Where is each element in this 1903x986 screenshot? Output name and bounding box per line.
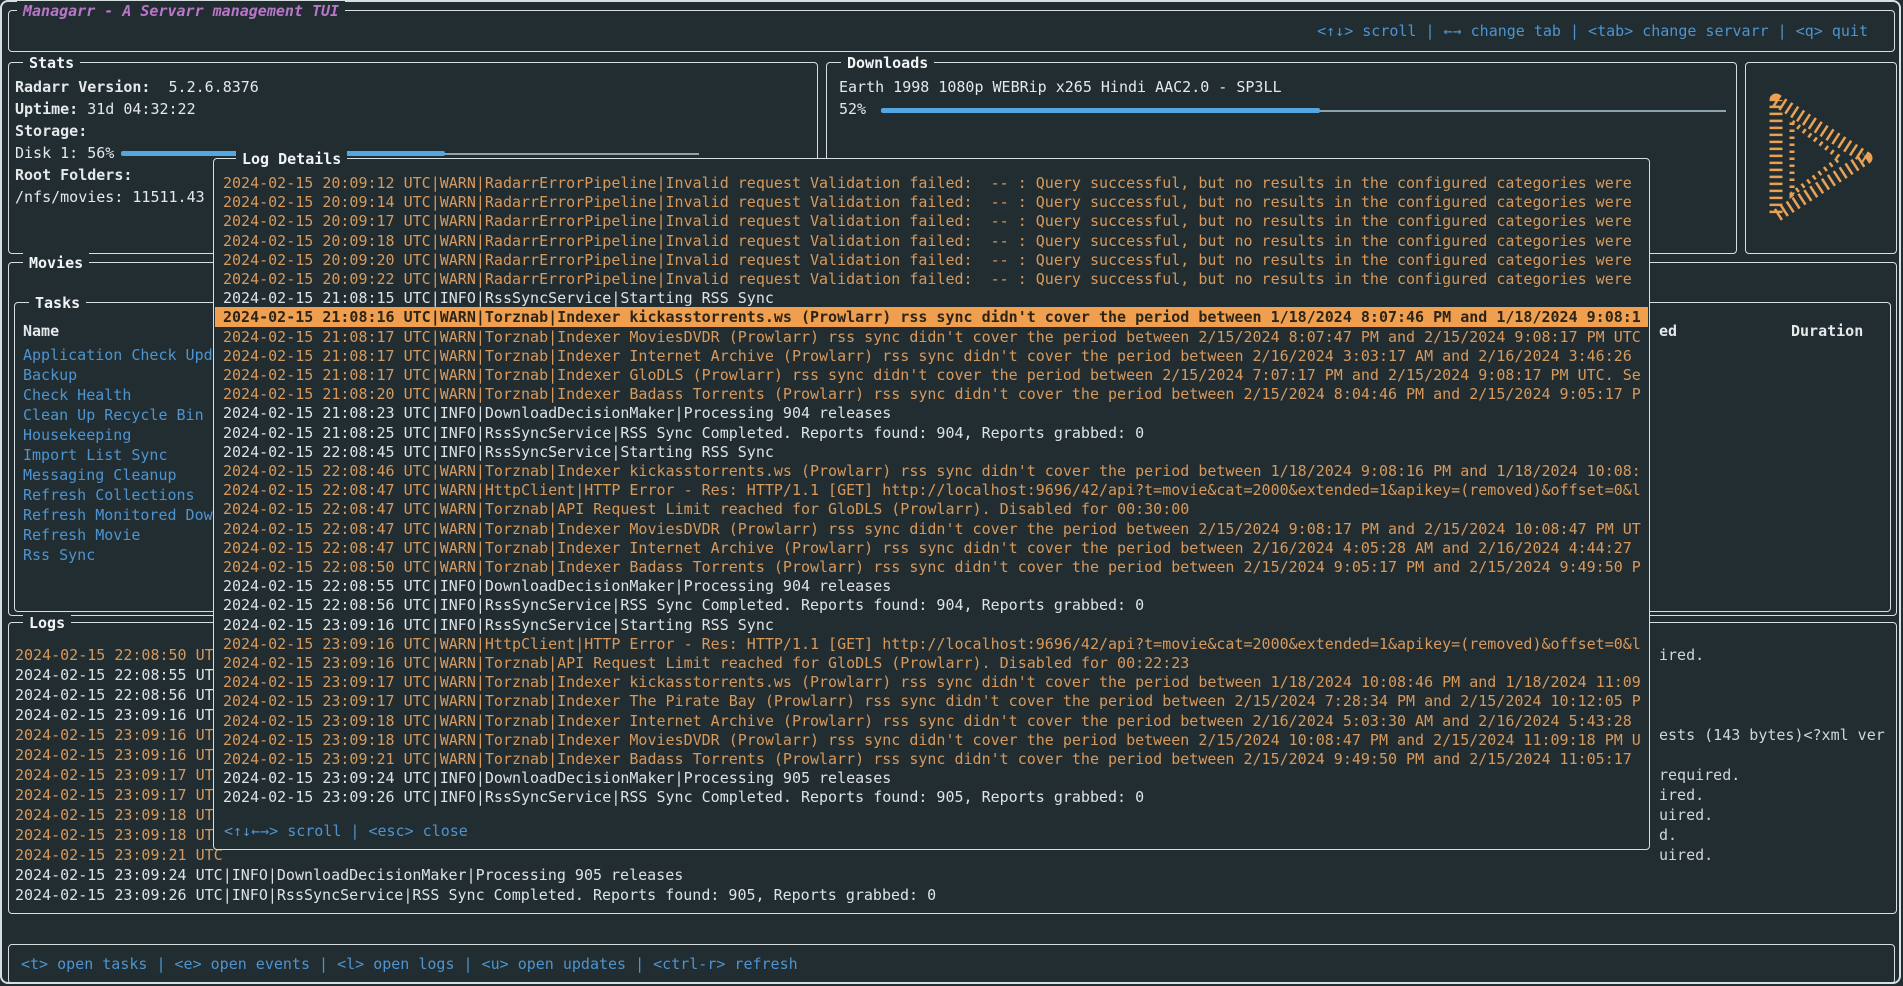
log-details-row[interactable]: 2024-02-15 21:08:25 UTC|INFO|RssSyncServ… — [215, 423, 1648, 443]
log-details-row[interactable]: 2024-02-15 22:08:47 UTC|WARN|HttpClient|… — [215, 480, 1648, 500]
log-details-row[interactable]: 2024-02-15 23:09:16 UTC|WARN|Torznab|API… — [215, 653, 1648, 673]
log-row-right-fragment: ired. — [1659, 645, 1704, 665]
stats-version-label: Radarr Version: — [15, 78, 150, 96]
log-details-row[interactable]: 2024-02-15 21:08:23 UTC|INFO|DownloadDec… — [215, 403, 1648, 423]
stats-title: Stats — [23, 53, 80, 73]
tasks-queued-header-fragment: ed — [1659, 321, 1677, 341]
log-details-row[interactable]: 2024-02-15 22:08:56 UTC|INFO|RssSyncServ… — [215, 595, 1648, 615]
log-row: 2024-02-15 23:09:26 UTC|INFO|RssSyncServ… — [15, 885, 1892, 905]
stats-rootfolders-label: Root Folders: — [15, 165, 132, 185]
download-progress-bar — [881, 108, 1320, 113]
log-row-right-fragment: ests (143 bytes)<?xml ver — [1659, 725, 1885, 745]
log-row-right-fragment: required. — [1659, 765, 1740, 785]
log-row-right-fragment: ired. — [1659, 785, 1704, 805]
log-row: 2024-02-15 23:09:24 UTC|INFO|DownloadDec… — [15, 865, 1892, 885]
log-details-footer-hints: <↑↓←→> scroll | <esc> close — [224, 821, 468, 841]
log-details-row[interactable]: 2024-02-15 21:08:15 UTC|INFO|RssSyncServ… — [215, 288, 1648, 308]
log-details-row[interactable]: 2024-02-15 20:09:14 UTC|WARN|RadarrError… — [215, 192, 1648, 212]
log-details-row[interactable]: 2024-02-15 23:09:18 UTC|WARN|Torznab|Ind… — [215, 711, 1648, 731]
log-details-row[interactable]: 2024-02-15 20:09:20 UTC|WARN|RadarrError… — [215, 250, 1648, 270]
stats-uptime-label: Uptime: — [15, 100, 78, 118]
log-details-row[interactable]: 2024-02-15 21:08:16 UTC|WARN|Torznab|Ind… — [215, 307, 1648, 327]
log-details-row[interactable]: 2024-02-15 20:09:18 UTC|WARN|RadarrError… — [215, 231, 1648, 251]
stats-uptime-value: 31d 04:32:22 — [87, 100, 195, 118]
log-details-row[interactable]: 2024-02-15 23:09:16 UTC|INFO|RssSyncServ… — [215, 615, 1648, 635]
log-details-row[interactable]: 2024-02-15 21:08:17 UTC|WARN|Torznab|Ind… — [215, 346, 1648, 366]
log-details-modal: Log Details 2024-02-15 20:09:12 UTC|WARN… — [213, 158, 1650, 850]
log-details-row[interactable]: 2024-02-15 20:09:17 UTC|WARN|RadarrError… — [215, 211, 1648, 231]
log-details-row[interactable]: 2024-02-15 22:08:47 UTC|WARN|Torznab|Ind… — [215, 519, 1648, 539]
log-row-right-fragment: d. — [1659, 825, 1677, 845]
top-keybind-hints: <↑↓> scroll | ←→ change tab | <tab> chan… — [1317, 21, 1868, 41]
log-details-row[interactable]: 2024-02-15 22:08:45 UTC|INFO|RssSyncServ… — [215, 442, 1648, 462]
log-details-row[interactable]: 2024-02-15 22:08:47 UTC|WARN|Torznab|API… — [215, 499, 1648, 519]
logo-panel — [1745, 62, 1897, 254]
log-row-right-fragment: uired. — [1659, 805, 1713, 825]
stats-version-value: 5.2.6.8376 — [169, 78, 259, 96]
logs-title: Logs — [23, 613, 71, 633]
tasks-title: Tasks — [29, 293, 86, 313]
download-item-title: Earth 1998 1080p WEBRip x265 Hindi AAC2.… — [839, 77, 1728, 97]
log-details-row[interactable]: 2024-02-15 21:08:20 UTC|WARN|Torznab|Ind… — [215, 384, 1648, 404]
log-row-right-fragment: uired. — [1659, 845, 1713, 865]
log-details-row[interactable]: 2024-02-15 20:09:22 UTC|WARN|RadarrError… — [215, 269, 1648, 289]
log-details-row[interactable]: 2024-02-15 23:09:17 UTC|WARN|Torznab|Ind… — [215, 691, 1648, 711]
bottom-bar: <t> open tasks | <e> open events | <l> o… — [8, 944, 1895, 984]
download-progress-label: 52% — [839, 99, 866, 119]
stats-storage-label: Storage: — [15, 121, 87, 141]
log-details-title: Log Details — [236, 149, 347, 169]
log-details-row[interactable]: 2024-02-15 23:09:16 UTC|WARN|HttpClient|… — [215, 634, 1648, 654]
log-details-row[interactable]: 2024-02-15 23:09:17 UTC|WARN|Torznab|Ind… — [215, 672, 1648, 692]
log-details-row[interactable]: 2024-02-15 21:08:17 UTC|WARN|Torznab|Ind… — [215, 365, 1648, 385]
app-title: Managarr - A Servarr management TUI — [17, 1, 345, 21]
downloads-title: Downloads — [841, 53, 934, 73]
movies-title: Movies — [23, 253, 89, 273]
tasks-duration-header: Duration — [1791, 321, 1863, 341]
log-details-row[interactable]: 2024-02-15 22:08:47 UTC|WARN|Torznab|Ind… — [215, 538, 1648, 558]
log-details-row[interactable]: 2024-02-15 23:09:26 UTC|INFO|RssSyncServ… — [215, 787, 1648, 807]
managarr-play-logo-icon — [1762, 88, 1880, 228]
log-details-row[interactable]: 2024-02-15 23:09:21 UTC|WARN|Torznab|Ind… — [215, 749, 1648, 769]
log-details-row[interactable]: 2024-02-15 23:09:18 UTC|WARN|Torznab|Ind… — [215, 730, 1648, 750]
log-details-row[interactable]: 2024-02-15 21:08:17 UTC|WARN|Torznab|Ind… — [215, 327, 1648, 347]
tasks-name-header: Name — [23, 321, 59, 341]
disk-usage-label: Disk 1: 56% — [15, 143, 114, 163]
log-details-row[interactable]: 2024-02-15 20:09:12 UTC|WARN|RadarrError… — [215, 173, 1648, 193]
log-details-row[interactable]: 2024-02-15 22:08:46 UTC|WARN|Torznab|Ind… — [215, 461, 1648, 481]
log-details-row[interactable]: 2024-02-15 23:09:24 UTC|INFO|DownloadDec… — [215, 768, 1648, 788]
log-details-row[interactable]: 2024-02-15 22:08:50 UTC|WARN|Torznab|Ind… — [215, 557, 1648, 577]
log-details-row[interactable]: 2024-02-15 22:08:55 UTC|INFO|DownloadDec… — [215, 576, 1648, 596]
bottom-keybind-hints: <t> open tasks | <e> open events | <l> o… — [21, 954, 798, 974]
root-folder-value: /nfs/movies: 11511.43 GB — [15, 187, 232, 207]
header-panel: Managarr - A Servarr management TUI Rada… — [8, 10, 1895, 52]
